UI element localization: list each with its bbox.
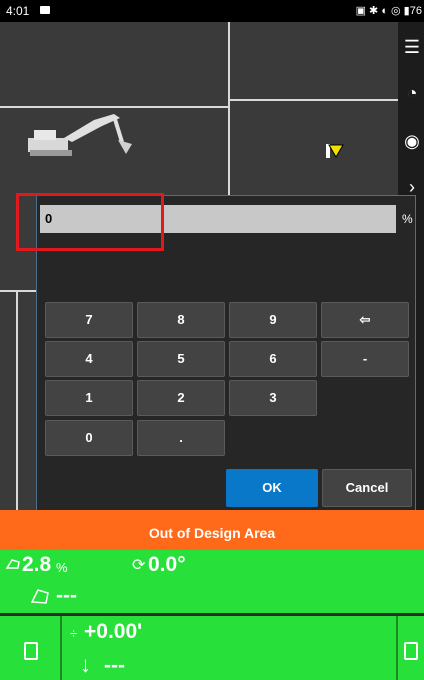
elevation-readout-panel (0, 616, 424, 680)
cut-fill-value: --- (104, 654, 125, 677)
status-icons: ▣ ✱ ◐ ◎ ▮76 (355, 5, 422, 17)
key-1[interactable]: 1 (45, 380, 133, 416)
key-5[interactable]: 5 (137, 341, 225, 377)
bucket-marker-icon (326, 144, 344, 158)
elevation-value: +0.00' (84, 620, 143, 643)
slope-value: 2.8 (22, 553, 52, 576)
pane-divider-lower (0, 290, 36, 292)
second-row-value: --- (56, 584, 77, 607)
slope-unit: % (56, 560, 68, 575)
key-3[interactable]: 3 (229, 380, 317, 416)
status-time: 4:01 (6, 4, 30, 18)
cancel-button[interactable]: Cancel (322, 469, 412, 507)
key-2[interactable]: 2 (137, 380, 225, 416)
key-7[interactable]: 7 (45, 302, 133, 338)
minus-key[interactable]: - (321, 341, 409, 377)
key-0[interactable]: 0 (45, 420, 133, 456)
pane-divider-vertical (228, 22, 230, 197)
level-icon-right (404, 642, 418, 660)
pane-divider-horizontal-right (230, 99, 398, 101)
battery-level: 76 (409, 5, 422, 17)
pane-divider-lower-vertical (16, 290, 18, 510)
excavator-icon (28, 114, 132, 156)
level-icon (24, 642, 38, 660)
ok-button[interactable]: OK (226, 469, 318, 507)
bucket-tilt-icon (30, 589, 49, 604)
camera-rotate-icon[interactable]: ◔ (401, 82, 423, 104)
camera-status-icon (40, 6, 50, 14)
lock-rotate-icon[interactable]: ◉ (401, 130, 423, 152)
unit-label: % (402, 212, 413, 226)
key-8[interactable]: 8 (137, 302, 225, 338)
elevation-sign-icon: ÷ (70, 626, 78, 641)
status-bar: 4:01 ▣ ✱ ◐ ◎ ▮76 (0, 0, 424, 22)
decimal-key[interactable]: . (137, 420, 225, 456)
key-9[interactable]: 9 (229, 302, 317, 338)
highlight-box (16, 193, 164, 251)
panel-divider-left (60, 616, 62, 680)
key-4[interactable]: 4 (45, 341, 133, 377)
design-area-banner: Out of Design Area (0, 510, 424, 550)
rotation-icon: ⟳ (132, 557, 146, 574)
panel-divider-right (396, 616, 398, 680)
backspace-key[interactable]: ⇦ (321, 302, 409, 338)
down-arrow-icon: ↓ (80, 652, 91, 677)
key-6[interactable]: 6 (229, 341, 317, 377)
rotation-value: 0.0° (148, 553, 186, 576)
tilt-icon (6, 559, 20, 569)
hamburger-menu-icon[interactable]: ☰ (401, 36, 423, 58)
